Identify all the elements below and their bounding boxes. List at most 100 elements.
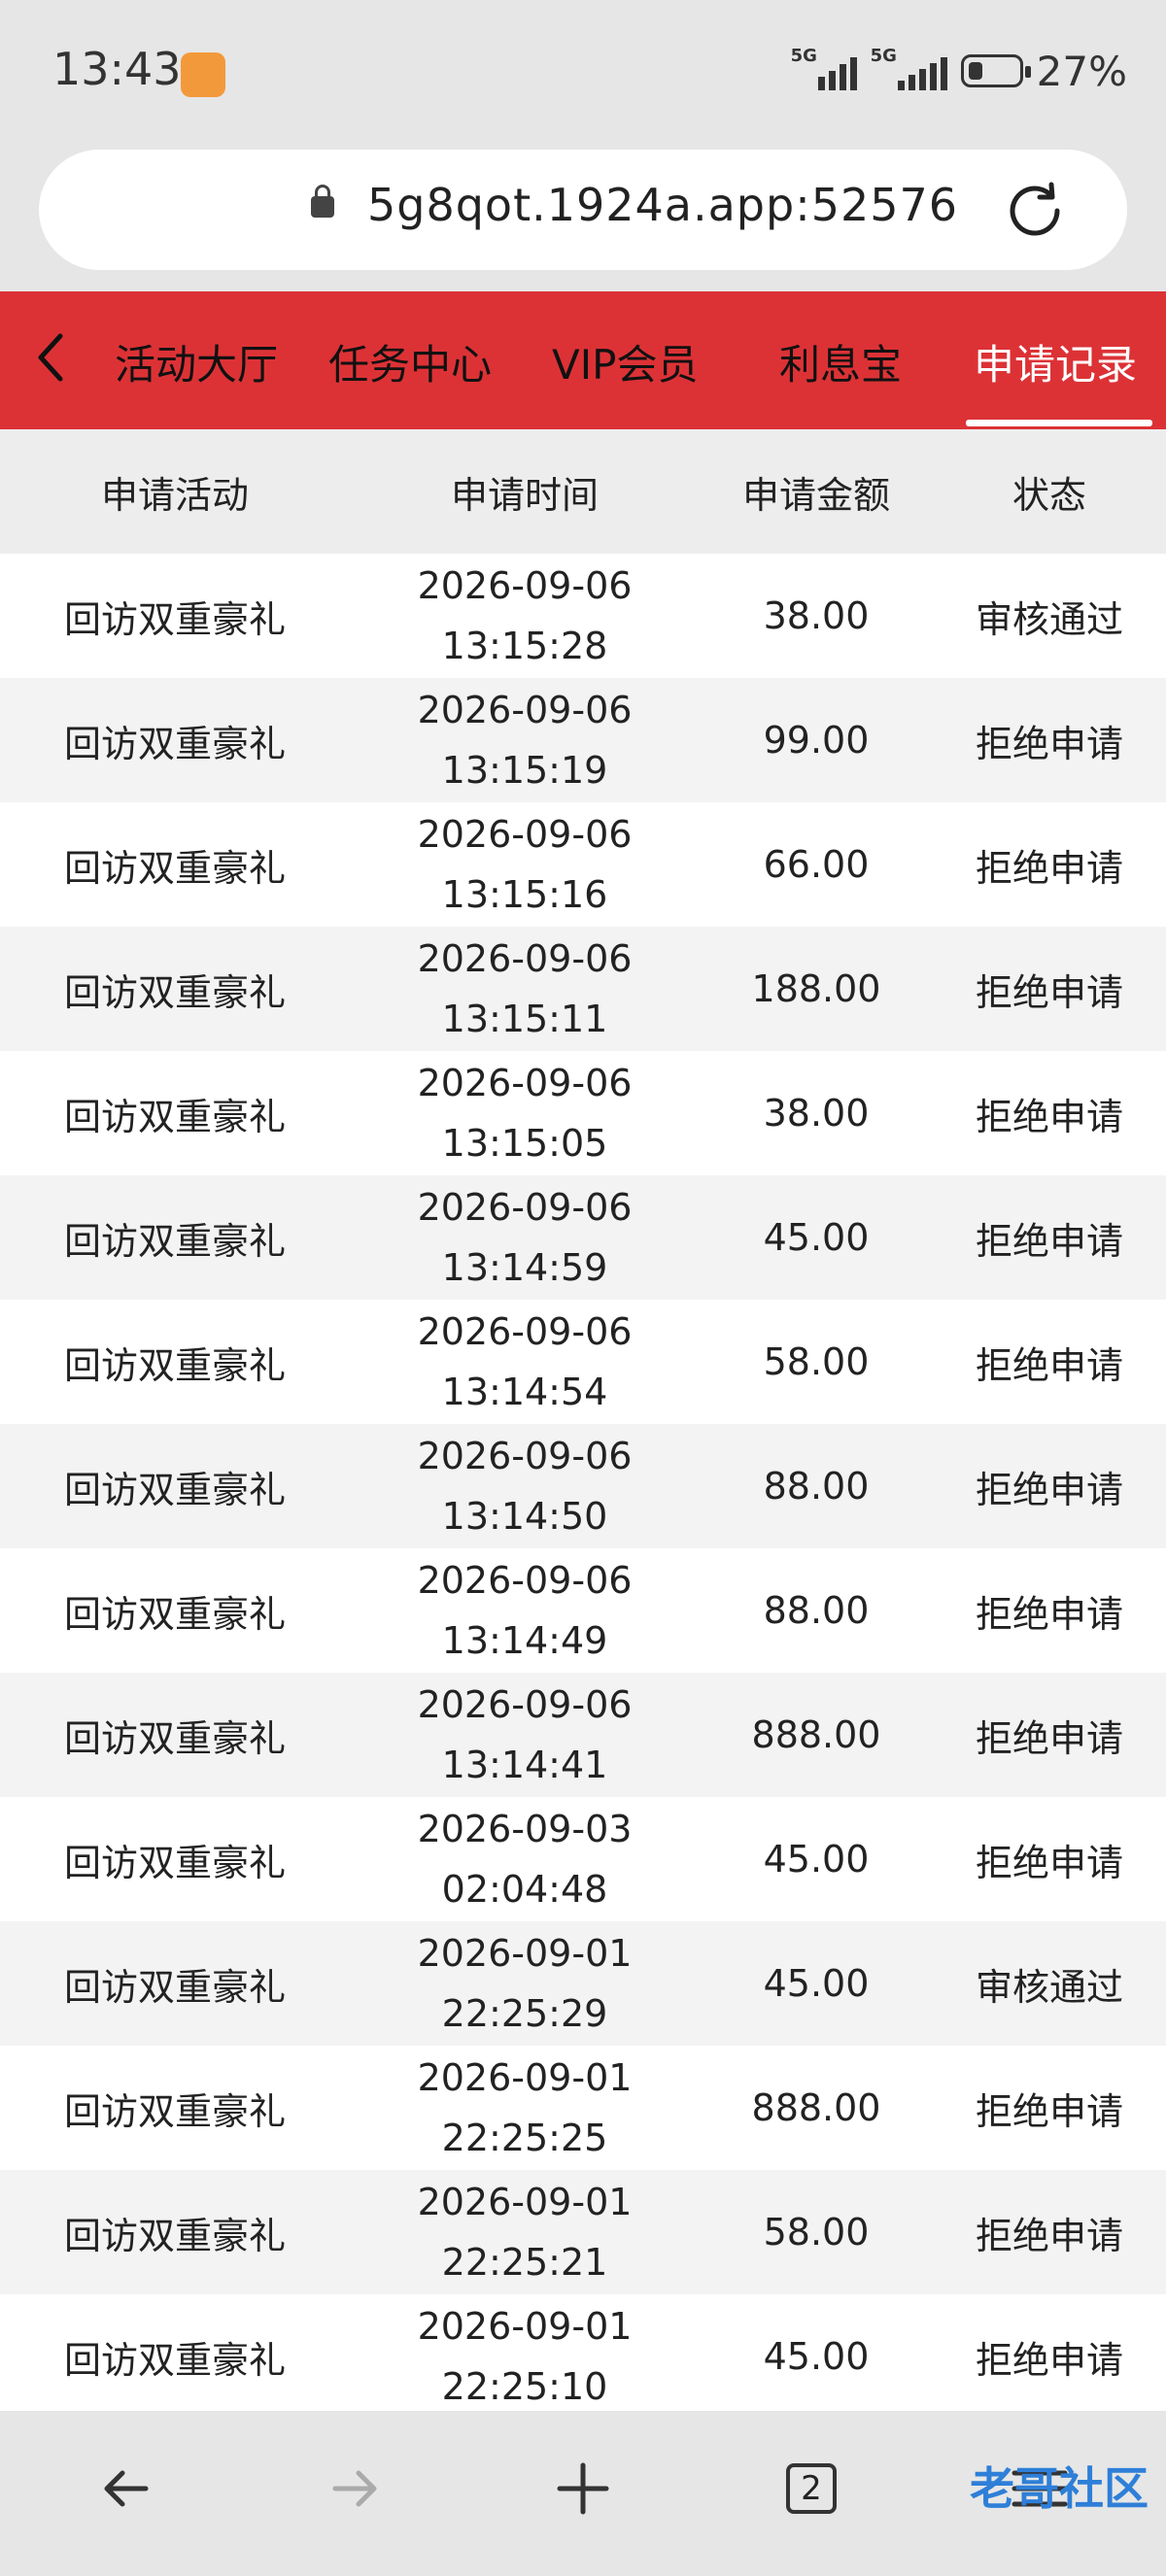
cell-clock: 13:15:28 xyxy=(441,625,608,667)
cell-date: 2026-09-06 xyxy=(417,1435,633,1477)
cell-amount: 88.00 xyxy=(763,1465,870,1508)
header-activity: 申请活动 xyxy=(100,473,249,517)
cell-activity: 回访双重豪礼 xyxy=(63,2089,286,2133)
cell-date: 2026-09-06 xyxy=(417,689,633,731)
cell-clock: 02:04:48 xyxy=(441,1868,608,1911)
cell-clock: 22:25:29 xyxy=(441,1992,608,2035)
cell-clock: 13:15:19 xyxy=(441,749,608,792)
cell-time: 2026-09-03 02:04:48 xyxy=(350,1797,700,1921)
cell-date: 2026-09-01 xyxy=(417,2056,633,2099)
cell-clock: 13:15:11 xyxy=(441,998,608,1040)
records-table: 回访双重豪礼 2026-09-06 13:15:28 38.00 审核通过 回访双重豪礼… xyxy=(0,554,1166,2419)
cell-status: 拒绝申请 xyxy=(975,722,1123,765)
cell-status: 拒绝申请 xyxy=(975,1468,1123,1511)
cell-activity: 回访双重豪礼 xyxy=(63,1965,286,2009)
header-amount: 申请金额 xyxy=(741,473,890,517)
cell-status: 拒绝申请 xyxy=(975,970,1123,1014)
cell-date: 2026-09-06 xyxy=(417,937,633,980)
cell-clock: 13:14:41 xyxy=(441,1744,608,1786)
cell-status: 拒绝申请 xyxy=(975,1841,1123,1884)
cell-status: 拒绝申请 xyxy=(975,1219,1123,1263)
cell-status: 拒绝申请 xyxy=(975,2089,1123,2133)
table-row: 回访双重豪礼 2026-09-06 13:14:54 58.00 拒绝申请 xyxy=(0,1300,1166,1424)
signal-label: 5G xyxy=(790,46,817,66)
cell-time: 2026-09-06 13:14:54 xyxy=(350,1300,700,1424)
cell-time: 2026-09-01 22:25:10 xyxy=(350,2294,700,2419)
cell-time: 2026-09-01 22:25:25 xyxy=(350,2046,700,2170)
tab-records[interactable]: 申请记录 xyxy=(974,332,1137,391)
cell-date: 2026-09-06 xyxy=(417,564,633,607)
page-nav: 活动大厅 任务中心 VIP会员 利息宝 申请记录 xyxy=(0,291,1166,429)
cell-date: 2026-09-03 xyxy=(417,1808,633,1850)
cell-status: 拒绝申请 xyxy=(975,846,1123,890)
cell-activity: 回访双重豪礼 xyxy=(63,846,286,890)
cell-clock: 13:15:05 xyxy=(441,1122,608,1165)
tab-activity-hall[interactable]: 活动大厅 xyxy=(115,332,278,391)
cell-activity: 回访双重豪礼 xyxy=(63,1716,286,1760)
battery-icon xyxy=(960,54,1031,87)
cell-amount: 58.00 xyxy=(763,2211,870,2254)
forward-button[interactable] xyxy=(316,2450,394,2527)
table-row: 回访双重豪礼 2026-09-06 13:15:28 38.00 审核通过 xyxy=(0,554,1166,678)
status-bar: 13:43 5G 5G 27% xyxy=(0,0,1166,146)
cell-activity: 回访双重豪礼 xyxy=(63,1592,286,1636)
tab-task-center[interactable]: 任务中心 xyxy=(328,332,492,391)
status-indicators: 5G 5G 27% xyxy=(790,46,1127,95)
cell-time: 2026-09-01 22:25:21 xyxy=(350,2170,700,2294)
tab-vip[interactable]: VIP会员 xyxy=(552,332,698,391)
cell-amount: 888.00 xyxy=(751,2086,881,2129)
url-text[interactable]: 5g8qot.1924a.app:52576 xyxy=(367,179,958,231)
header-time: 申请时间 xyxy=(450,473,599,517)
browser-toolbar: 5g8qot.1924a.app:52576 xyxy=(0,146,1166,291)
back-button[interactable] xyxy=(87,2450,165,2527)
browser-bottom-bar: 2 老哥社区 xyxy=(0,2411,1166,2576)
plus-icon xyxy=(557,2462,609,2515)
cell-activity: 回访双重豪礼 xyxy=(63,1343,286,1387)
table-row: 回访双重豪礼 2026-09-06 13:14:49 88.00 拒绝申请 xyxy=(0,1548,1166,1673)
cell-amount: 45.00 xyxy=(763,1838,870,1881)
cell-time: 2026-09-06 13:15:05 xyxy=(350,1051,700,1175)
table-row: 回访双重豪礼 2026-09-01 22:25:29 45.00 审核通过 xyxy=(0,1921,1166,2046)
cell-amount: 99.00 xyxy=(763,719,870,762)
reload-icon[interactable] xyxy=(1001,177,1069,245)
cell-time: 2026-09-06 13:15:28 xyxy=(350,554,700,678)
cell-status: 拒绝申请 xyxy=(975,2214,1123,2257)
cell-time: 2026-09-06 13:14:49 xyxy=(350,1548,700,1673)
cell-date: 2026-09-06 xyxy=(417,1683,633,1726)
battery-percent: 27% xyxy=(1036,47,1127,95)
cell-status: 审核通过 xyxy=(975,1965,1123,2009)
active-tab-indicator xyxy=(966,420,1152,426)
table-row: 回访双重豪礼 2026-09-01 22:25:10 45.00 拒绝申请 xyxy=(0,2294,1166,2419)
address-bar[interactable]: 5g8qot.1924a.app:52576 xyxy=(39,150,1127,270)
cell-activity: 回访双重豪礼 xyxy=(63,1219,286,1263)
cell-status: 拒绝申请 xyxy=(975,2338,1123,2382)
signal-icon-2: 5G xyxy=(871,46,947,90)
cell-amount: 45.00 xyxy=(763,1216,870,1259)
cell-clock: 13:14:59 xyxy=(441,1246,608,1289)
app-notification-icon xyxy=(181,52,225,97)
cell-clock: 22:25:21 xyxy=(441,2241,608,2284)
cell-status: 拒绝申请 xyxy=(975,1095,1123,1138)
table-row: 回访双重豪礼 2026-09-06 13:14:41 888.00 拒绝申请 xyxy=(0,1673,1166,1797)
table-row: 回访双重豪礼 2026-09-06 13:14:50 88.00 拒绝申请 xyxy=(0,1424,1166,1548)
back-chevron-icon[interactable] xyxy=(27,328,76,387)
cell-clock: 13:14:54 xyxy=(441,1371,608,1413)
table-row: 回访双重豪礼 2026-09-06 13:15:19 99.00 拒绝申请 xyxy=(0,678,1166,802)
table-row: 回访双重豪礼 2026-09-06 13:15:11 188.00 拒绝申请 xyxy=(0,927,1166,1051)
cell-status: 拒绝申请 xyxy=(975,1592,1123,1636)
cell-amount: 888.00 xyxy=(751,1713,881,1756)
table-row: 回访双重豪礼 2026-09-03 02:04:48 45.00 拒绝申请 xyxy=(0,1797,1166,1921)
cell-activity: 回访双重豪礼 xyxy=(63,722,286,765)
table-row: 回访双重豪礼 2026-09-06 13:15:05 38.00 拒绝申请 xyxy=(0,1051,1166,1175)
tab-interest[interactable]: 利息宝 xyxy=(779,332,902,391)
tabs-button[interactable]: 2 xyxy=(772,2450,850,2527)
status-time: 13:43 xyxy=(52,43,182,95)
cell-date: 2026-09-01 xyxy=(417,2181,633,2223)
table-row: 回访双重豪礼 2026-09-06 13:14:59 45.00 拒绝申请 xyxy=(0,1175,1166,1300)
arrow-left-icon xyxy=(104,2470,149,2507)
lock-icon xyxy=(311,185,334,218)
cell-time: 2026-09-06 13:14:50 xyxy=(350,1424,700,1548)
new-tab-button[interactable] xyxy=(544,2450,622,2527)
cell-date: 2026-09-06 xyxy=(417,1310,633,1353)
table-row: 回访双重豪礼 2026-09-01 22:25:21 58.00 拒绝申请 xyxy=(0,2170,1166,2294)
